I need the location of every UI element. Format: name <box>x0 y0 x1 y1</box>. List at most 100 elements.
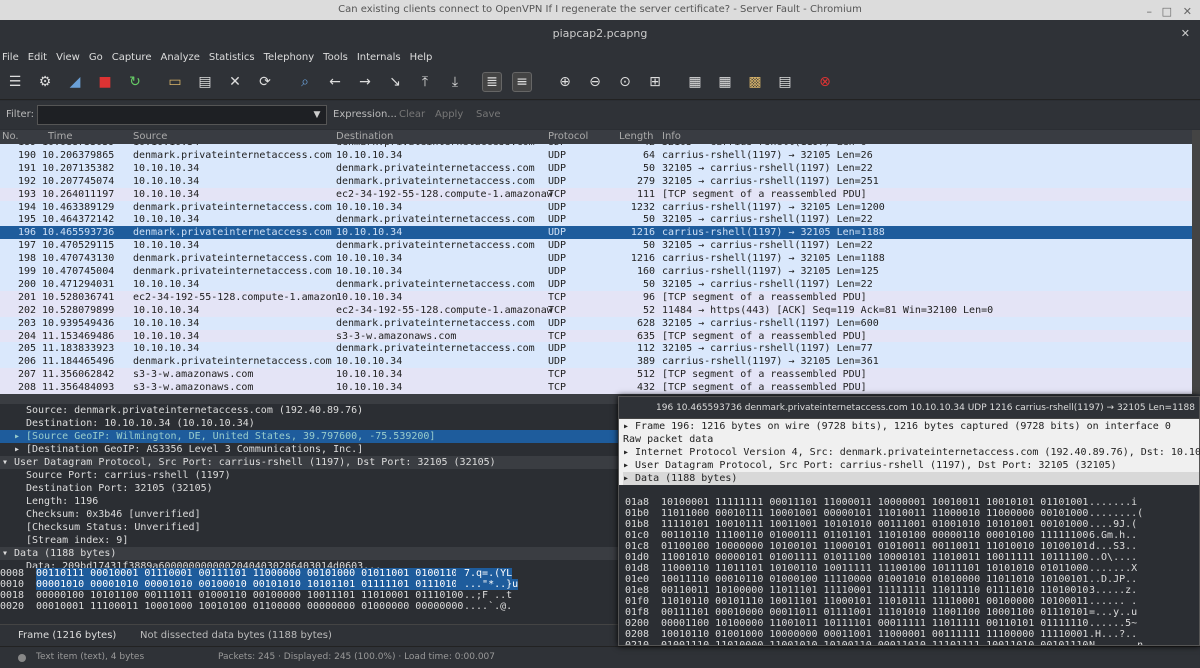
detail-line[interactable]: Source Port: carrius-rshell (1197) <box>0 469 620 482</box>
packet-window-tree-line[interactable]: ▸ Frame 196: 1216 bytes on wire (9728 bi… <box>623 420 1199 433</box>
menu-go[interactable]: Go <box>89 52 103 63</box>
find-packet-icon[interactable]: ⌕ <box>295 72 315 92</box>
packet-window-tree-line[interactable]: ▸ User Datagram Protocol, Src Port: carr… <box>623 459 1199 472</box>
tab-frame[interactable]: Frame (1216 bytes) <box>18 630 116 641</box>
menu-help[interactable]: Help <box>410 52 433 63</box>
menu-view[interactable]: View <box>56 52 80 63</box>
packet-window-tree-line[interactable]: Raw packet data <box>623 433 1199 446</box>
column-length[interactable]: Length <box>619 131 654 142</box>
bytes-bits[interactable]: 00001100 10100000 11001011 10111101 0001… <box>661 618 1088 629</box>
packet-row[interactable]: 192 10.207745074 10.10.10.34 denmark.privat… <box>0 174 1192 188</box>
packet-window-tree-line[interactable]: ▸ Data (1188 bytes) <box>623 472 1199 485</box>
display-filters-icon[interactable]: ▦ <box>715 72 735 92</box>
bytes-ascii[interactable]: 6.Gm.h.. <box>1081 530 1137 541</box>
detail-line[interactable]: Destination Port: 32105 (32105) <box>0 482 620 495</box>
menu-telephony[interactable]: Telephony <box>264 52 315 63</box>
filter-input[interactable] <box>37 105 327 125</box>
normal-size-icon[interactable]: ⊙ <box>615 72 635 92</box>
filter-dropdown-icon[interactable]: ▼ <box>307 105 327 125</box>
stop-capture-icon[interactable]: ■ <box>95 72 115 92</box>
packet-row[interactable]: 191 10.207135382 10.10.10.34 denmark.privat… <box>0 161 1192 175</box>
colorize-icon[interactable]: ≣ <box>482 72 502 92</box>
close-icon[interactable]: ✕ <box>1183 2 1192 22</box>
bytes-bits[interactable]: 00001010 00001010 00001010 00100010 0010… <box>36 579 463 590</box>
packet-row[interactable]: 203 10.939549436 10.10.10.34 denmark.privat… <box>0 316 1192 330</box>
bytes-bits[interactable]: 11010110 00101110 10011101 11000101 1101… <box>661 596 1088 607</box>
detail-line[interactable]: ▾ User Datagram Protocol, Src Port: carr… <box>0 456 620 469</box>
bytes-ascii[interactable]: N.......n. <box>1081 640 1149 645</box>
tab-not-dissected[interactable]: Not dissected data bytes (1188 bytes) <box>140 630 332 641</box>
bytes-ascii[interactable]: ....9J.( <box>1081 519 1137 530</box>
resize-columns-icon[interactable]: ⊞ <box>645 72 665 92</box>
bytes-bits[interactable]: 10011110 00010110 01000100 11110000 0100… <box>661 574 1088 585</box>
bytes-bits[interactable]: 11000110 11011101 10100110 10011111 1110… <box>661 563 1088 574</box>
packet-row[interactable]: 194 10.463389129 denmark.privateinternetac… <box>0 200 1192 214</box>
status-indicator-icon[interactable] <box>18 654 26 662</box>
packet-row[interactable]: 201 10.528036741 ec2-34-192-55-128.compute… <box>0 290 1192 304</box>
bytes-ascii[interactable]: 3.....z. <box>1081 585 1137 596</box>
close-file-icon[interactable]: ✕ <box>225 72 245 92</box>
detail-line[interactable]: Data: 209bd17431f3889a600000000000204040… <box>0 560 620 568</box>
open-file-icon[interactable]: ▭ <box>165 72 185 92</box>
bytes-bits[interactable]: 11110101 10010111 10011001 10101010 0011… <box>661 519 1088 530</box>
packet-row[interactable]: 206 11.184465496 denmark.privateinternetac… <box>0 355 1192 369</box>
menu-tools[interactable]: Tools <box>323 52 348 63</box>
go-first-packet-icon[interactable]: ⤒ <box>415 72 435 92</box>
bytes-ascii[interactable]: 7.q=.(YL <box>456 568 513 579</box>
detail-line[interactable]: [Stream index: 9] <box>0 534 620 547</box>
apply-button[interactable]: Apply <box>435 109 463 120</box>
column-time[interactable]: Time <box>48 131 72 142</box>
autoscroll-icon[interactable]: ≡ <box>512 72 532 92</box>
maximize-icon[interactable]: □ <box>1162 2 1172 22</box>
bytes-bits[interactable]: 00110011 10100000 11011101 11110001 1111… <box>661 585 1088 596</box>
packet-row[interactable]: 195 10.464372142 10.10.10.34 denmark.privat… <box>0 213 1192 227</box>
bytes-bits[interactable]: 01100100 10000000 10100101 11000101 0101… <box>661 541 1088 552</box>
bytes-bits[interactable]: 00110110 11100110 01000111 01101101 1101… <box>661 530 1088 541</box>
packet-row[interactable]: 197 10.470529115 10.10.10.34 denmark.privat… <box>0 239 1192 253</box>
detail-line[interactable]: Destination: 10.10.10.34 (10.10.10.34) <box>0 417 620 430</box>
window-close-icon[interactable]: ✕ <box>1181 20 1190 48</box>
bytes-bits[interactable]: 00110111 00010001 01110001 00111101 1100… <box>36 568 463 579</box>
menu-edit[interactable]: Edit <box>28 52 47 63</box>
packet-list-scrollbar[interactable] <box>1192 130 1200 394</box>
options-icon[interactable]: ⚙ <box>35 72 55 92</box>
detail-line[interactable]: [Checksum Status: Unverified] <box>0 521 620 534</box>
menu-capture[interactable]: Capture <box>112 52 152 63</box>
save-file-icon[interactable]: ▤ <box>195 72 215 92</box>
bytes-bits[interactable]: 01001110 11010000 11001010 10100110 0001… <box>661 640 1088 645</box>
packet-row[interactable]: 196 10.465593736 denmark.privateinternetac… <box>0 226 1192 240</box>
preferences-icon[interactable]: ▤ <box>775 72 795 92</box>
go-last-packet-icon[interactable]: ⤓ <box>445 72 465 92</box>
packet-row[interactable]: 205 11.183833923 10.10.10.34 denmark.privat… <box>0 342 1192 356</box>
bytes-ascii[interactable]: ...... . <box>1081 596 1137 607</box>
bytes-ascii[interactable]: =...y..u <box>1081 607 1137 618</box>
packet-row[interactable]: 202 10.528079899 10.10.10.34 ec2-34-192-55-… <box>0 303 1192 317</box>
help-icon[interactable]: ⊗ <box>815 72 835 92</box>
bytes-bits[interactable]: 11001010 00000101 01001111 01011100 1000… <box>661 552 1088 563</box>
packet-window-tree-line[interactable]: ▸ Internet Protocol Version 4, Src: denm… <box>623 446 1200 459</box>
bytes-bits[interactable]: 00000100 10101100 00111011 01000110 0010… <box>36 590 463 601</box>
column-source[interactable]: Source <box>133 131 167 142</box>
clear-button[interactable]: Clear <box>399 109 425 120</box>
menu-file[interactable]: File <box>2 52 19 63</box>
capture-filters-icon[interactable]: ▦ <box>685 72 705 92</box>
packet-row[interactable]: 200 10.471294031 10.10.10.34 denmark.privat… <box>0 277 1192 291</box>
detail-line[interactable]: ▾ Data (1188 bytes) <box>0 547 620 560</box>
bytes-ascii[interactable]: .H...?.. <box>1081 629 1137 640</box>
packet-row[interactable]: 190 10.206379865 denmark.privateinternetac… <box>0 148 1192 162</box>
start-capture-icon[interactable]: ◢ <box>65 72 85 92</box>
bytes-bits[interactable]: 10100001 11111111 00011101 11000011 1000… <box>661 497 1088 508</box>
bytes-ascii[interactable]: ..O\.... <box>1081 552 1137 563</box>
bytes-ascii[interactable]: ....`.@. <box>456 601 512 612</box>
zoom-out-icon[interactable]: ⊖ <box>585 72 605 92</box>
restart-capture-icon[interactable]: ↻ <box>125 72 145 92</box>
bytes-ascii[interactable]: ......5~ <box>1081 618 1137 629</box>
packet-row[interactable]: 193 10.264011197 10.10.10.34 ec2-34-192-55-… <box>0 187 1192 201</box>
bytes-ascii[interactable]: ..D.JP.. <box>1081 574 1137 585</box>
menu-analyze[interactable]: Analyze <box>160 52 199 63</box>
zoom-in-icon[interactable]: ⊕ <box>555 72 575 92</box>
bytes-ascii[interactable]: ........( <box>1081 508 1143 519</box>
column-destination[interactable]: Destination <box>336 131 393 142</box>
menu-internals[interactable]: Internals <box>357 52 401 63</box>
expression-button[interactable]: Expression... <box>333 109 397 120</box>
